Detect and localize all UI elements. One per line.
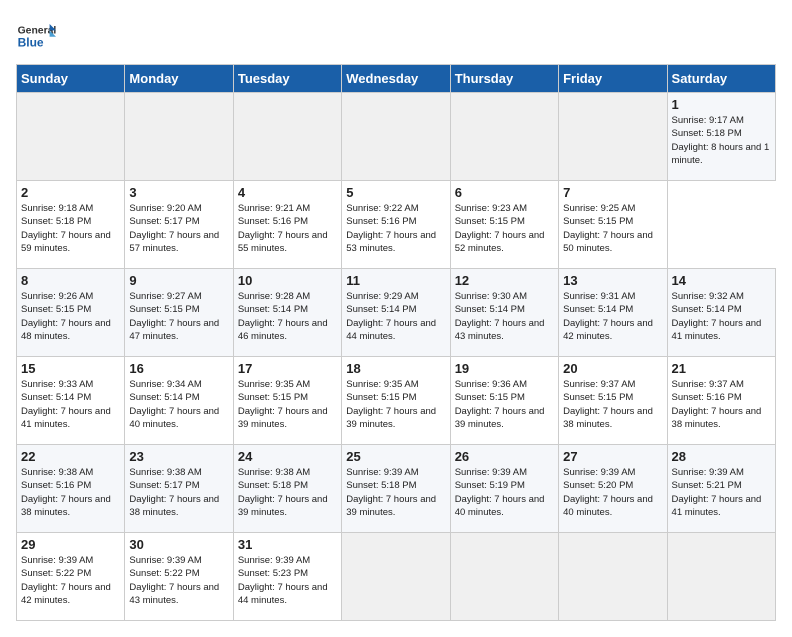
day-cell-17: 17Sunrise: 9:35 AMSunset: 5:15 PMDayligh… [233, 357, 341, 445]
day-header-saturday: Saturday [667, 65, 775, 93]
logo: General Blue [16, 16, 60, 56]
day-header-friday: Friday [559, 65, 667, 93]
day-cell-11: 11Sunrise: 9:29 AMSunset: 5:14 PMDayligh… [342, 269, 450, 357]
day-cell-2: 2Sunrise: 9:18 AMSunset: 5:18 PMDaylight… [17, 181, 125, 269]
day-cell-10: 10Sunrise: 9:28 AMSunset: 5:14 PMDayligh… [233, 269, 341, 357]
day-header-tuesday: Tuesday [233, 65, 341, 93]
day-header-sunday: Sunday [17, 65, 125, 93]
day-cell-15: 15Sunrise: 9:33 AMSunset: 5:14 PMDayligh… [17, 357, 125, 445]
day-cell-30: 30Sunrise: 9:39 AMSunset: 5:22 PMDayligh… [125, 533, 233, 621]
page-header: General Blue [16, 16, 776, 56]
day-cell-28: 28Sunrise: 9:39 AMSunset: 5:21 PMDayligh… [667, 445, 775, 533]
day-header-thursday: Thursday [450, 65, 558, 93]
day-cell-27: 27Sunrise: 9:39 AMSunset: 5:20 PMDayligh… [559, 445, 667, 533]
day-cell-20: 20Sunrise: 9:37 AMSunset: 5:15 PMDayligh… [559, 357, 667, 445]
calendar-week-2: 2Sunrise: 9:18 AMSunset: 5:18 PMDaylight… [17, 181, 776, 269]
empty-cell [667, 533, 775, 621]
day-cell-1: 1Sunrise: 9:17 AMSunset: 5:18 PMDaylight… [667, 93, 775, 181]
empty-cell [125, 93, 233, 181]
empty-cell [450, 93, 558, 181]
header-row: SundayMondayTuesdayWednesdayThursdayFrid… [17, 65, 776, 93]
svg-text:Blue: Blue [18, 35, 44, 49]
day-cell-5: 5Sunrise: 9:22 AMSunset: 5:16 PMDaylight… [342, 181, 450, 269]
day-cell-18: 18Sunrise: 9:35 AMSunset: 5:15 PMDayligh… [342, 357, 450, 445]
empty-cell [559, 93, 667, 181]
calendar-table: SundayMondayTuesdayWednesdayThursdayFrid… [16, 64, 776, 621]
day-cell-24: 24Sunrise: 9:38 AMSunset: 5:18 PMDayligh… [233, 445, 341, 533]
day-cell-14: 14Sunrise: 9:32 AMSunset: 5:14 PMDayligh… [667, 269, 775, 357]
empty-cell [233, 93, 341, 181]
empty-cell [342, 93, 450, 181]
empty-cell [450, 533, 558, 621]
day-header-wednesday: Wednesday [342, 65, 450, 93]
day-cell-23: 23Sunrise: 9:38 AMSunset: 5:17 PMDayligh… [125, 445, 233, 533]
day-cell-26: 26Sunrise: 9:39 AMSunset: 5:19 PMDayligh… [450, 445, 558, 533]
day-cell-6: 6Sunrise: 9:23 AMSunset: 5:15 PMDaylight… [450, 181, 558, 269]
empty-cell [559, 533, 667, 621]
day-cell-31: 31Sunrise: 9:39 AMSunset: 5:23 PMDayligh… [233, 533, 341, 621]
day-cell-16: 16Sunrise: 9:34 AMSunset: 5:14 PMDayligh… [125, 357, 233, 445]
logo-icon: General Blue [16, 16, 56, 56]
day-cell-8: 8Sunrise: 9:26 AMSunset: 5:15 PMDaylight… [17, 269, 125, 357]
empty-cell [342, 533, 450, 621]
day-cell-3: 3Sunrise: 9:20 AMSunset: 5:17 PMDaylight… [125, 181, 233, 269]
day-cell-21: 21Sunrise: 9:37 AMSunset: 5:16 PMDayligh… [667, 357, 775, 445]
day-cell-9: 9Sunrise: 9:27 AMSunset: 5:15 PMDaylight… [125, 269, 233, 357]
day-cell-29: 29Sunrise: 9:39 AMSunset: 5:22 PMDayligh… [17, 533, 125, 621]
day-cell-19: 19Sunrise: 9:36 AMSunset: 5:15 PMDayligh… [450, 357, 558, 445]
day-header-monday: Monday [125, 65, 233, 93]
day-cell-12: 12Sunrise: 9:30 AMSunset: 5:14 PMDayligh… [450, 269, 558, 357]
day-cell-7: 7Sunrise: 9:25 AMSunset: 5:15 PMDaylight… [559, 181, 667, 269]
calendar-week-4: 15Sunrise: 9:33 AMSunset: 5:14 PMDayligh… [17, 357, 776, 445]
calendar-week-6: 29Sunrise: 9:39 AMSunset: 5:22 PMDayligh… [17, 533, 776, 621]
day-cell-13: 13Sunrise: 9:31 AMSunset: 5:14 PMDayligh… [559, 269, 667, 357]
empty-cell [17, 93, 125, 181]
calendar-week-5: 22Sunrise: 9:38 AMSunset: 5:16 PMDayligh… [17, 445, 776, 533]
day-cell-4: 4Sunrise: 9:21 AMSunset: 5:16 PMDaylight… [233, 181, 341, 269]
calendar-week-3: 8Sunrise: 9:26 AMSunset: 5:15 PMDaylight… [17, 269, 776, 357]
day-cell-22: 22Sunrise: 9:38 AMSunset: 5:16 PMDayligh… [17, 445, 125, 533]
calendar-week-1: 1Sunrise: 9:17 AMSunset: 5:18 PMDaylight… [17, 93, 776, 181]
day-cell-25: 25Sunrise: 9:39 AMSunset: 5:18 PMDayligh… [342, 445, 450, 533]
